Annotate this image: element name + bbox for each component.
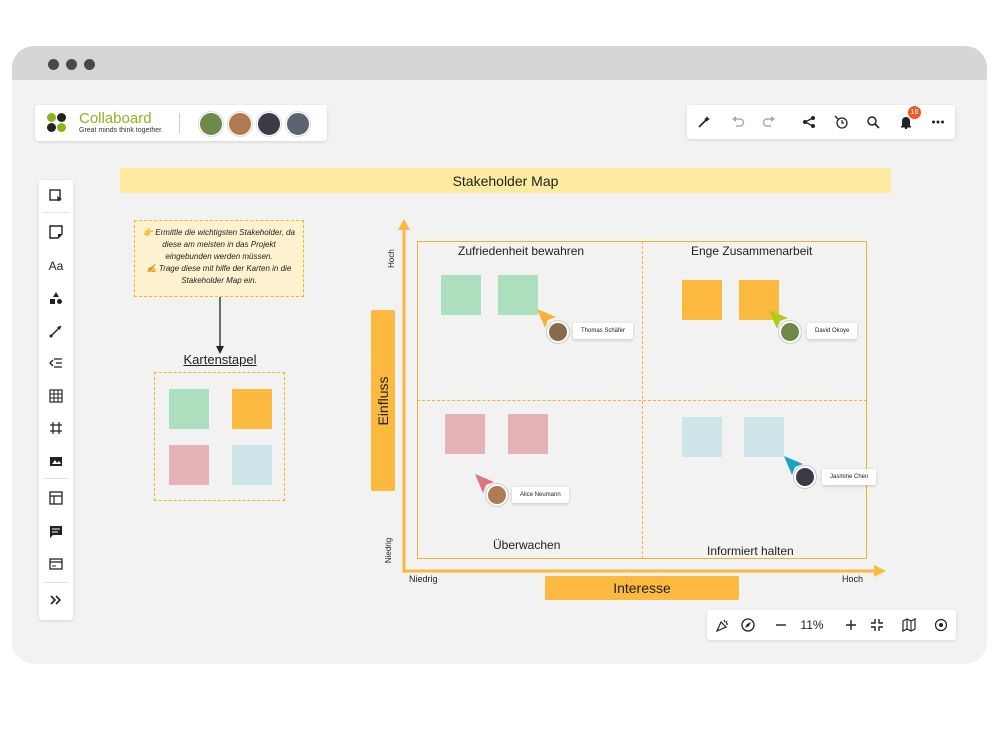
window-titlebar [12, 46, 987, 80]
board-title[interactable]: Stakeholder Map [120, 168, 891, 193]
cursor-name-tag: Thomas Schäfer [573, 323, 634, 339]
quadrant-label-bottom-left[interactable]: Überwachen [493, 538, 560, 552]
top-toolbar: 16 [687, 105, 955, 139]
app-window: Collaboard Great minds think together. 1… [12, 46, 987, 664]
list-icon[interactable] [44, 351, 68, 375]
cursor-avatar[interactable] [779, 321, 801, 343]
cursor-name-tag: Alice Neumann [512, 487, 569, 503]
brand-panel: Collaboard Great minds think together. [35, 105, 327, 141]
template-icon[interactable] [44, 486, 68, 510]
brand-divider [179, 113, 180, 133]
cursor-name-tag: Jasmine Chen [822, 469, 877, 485]
cursor-avatar[interactable] [486, 484, 508, 506]
presentation-icon[interactable] [930, 614, 952, 636]
fit-screen-icon[interactable] [866, 614, 888, 636]
zoom-level: 11% [800, 618, 824, 632]
instructions-line: 👉 Ermittle die wichtigsten Stakeholder, … [143, 228, 295, 261]
media-icon[interactable] [44, 449, 68, 473]
x-axis-high-label: Hoch [842, 574, 864, 584]
zoom-in-icon[interactable] [840, 614, 862, 636]
text-icon[interactable]: Aa [44, 254, 68, 278]
collaborator-avatar[interactable] [257, 112, 281, 136]
notification-badge: 16 [908, 106, 921, 119]
rail-divider [43, 212, 69, 213]
connector-icon[interactable] [44, 319, 68, 343]
comment-icon[interactable] [44, 520, 68, 544]
collaborator-avatar[interactable] [199, 112, 223, 136]
card-stack-title[interactable]: Kartenstapel [155, 352, 285, 367]
connector-arrow[interactable] [215, 297, 225, 355]
sticky-card-blue[interactable] [682, 417, 722, 457]
collaboard-logo-icon[interactable] [47, 113, 67, 133]
y-axis-label[interactable]: Einfluss [371, 310, 395, 491]
quadrant-label-top-right[interactable]: Enge Zusammenarbeit [691, 244, 812, 258]
card-icon[interactable] [44, 552, 68, 576]
x-axis-label[interactable]: Interesse [545, 576, 739, 600]
cursor-name-tag: David Okoye [807, 323, 858, 339]
sticky-card-green[interactable] [498, 275, 538, 315]
app-name: Collaboard [79, 110, 152, 127]
collaborator-avatar[interactable] [286, 112, 310, 136]
sticky-card-green[interactable] [441, 275, 481, 315]
y-axis-label-text: Einfluss [375, 375, 391, 426]
redo-icon[interactable] [757, 110, 781, 134]
frame-icon[interactable] [44, 416, 68, 440]
sticky-card-orange[interactable] [682, 280, 722, 320]
zoom-bar: 11% [707, 610, 956, 640]
timer-icon[interactable] [829, 110, 853, 134]
rail-divider [43, 478, 69, 479]
collaborator-avatar[interactable] [228, 112, 252, 136]
cursor-avatar[interactable] [794, 466, 816, 488]
window-dot-icon[interactable] [48, 59, 59, 70]
quadrant-divider [417, 400, 867, 401]
window-dot-icon[interactable] [84, 59, 95, 70]
sticky-card-green[interactable] [169, 389, 209, 429]
shapes-icon[interactable] [44, 286, 68, 310]
table-icon[interactable] [44, 384, 68, 408]
map-icon[interactable] [898, 614, 920, 636]
bell-icon[interactable]: 16 [894, 106, 921, 134]
magic-wand-icon[interactable] [692, 110, 716, 134]
rail-divider [43, 582, 69, 583]
instructions-note[interactable]: 👉 Ermittle die wichtigsten Stakeholder, … [134, 220, 304, 297]
expand-icon[interactable] [44, 588, 68, 612]
sticky-card-blue[interactable] [232, 445, 272, 485]
more-icon[interactable] [926, 110, 950, 134]
zoom-out-icon[interactable] [770, 614, 792, 636]
x-axis-low-label: Niedrig [409, 574, 438, 584]
quadrant-label-bottom-right[interactable]: Informiert halten [707, 544, 794, 558]
sticky-card-pink[interactable] [169, 445, 209, 485]
cursor-avatar[interactable] [547, 321, 569, 343]
y-axis-high-label: Hoch [386, 249, 396, 268]
share-icon[interactable] [797, 110, 821, 134]
instructions-line: ✍️ Trage diese mit hilfe der Karten in d… [146, 264, 292, 285]
app-tagline: Great minds think together. [79, 127, 164, 134]
search-icon[interactable] [861, 110, 885, 134]
tool-rail: Aa [39, 180, 73, 620]
sticky-card-pink[interactable] [508, 414, 548, 454]
select-frame-icon[interactable] [44, 184, 68, 208]
sticky-card-blue[interactable] [744, 417, 784, 457]
compass-icon[interactable] [737, 614, 759, 636]
quadrant-label-top-left[interactable]: Zufriedenheit bewahren [458, 244, 584, 258]
sticky-card-pink[interactable] [445, 414, 485, 454]
window-dot-icon[interactable] [66, 59, 77, 70]
sticky-note-icon[interactable] [44, 220, 68, 244]
celebrate-icon[interactable] [712, 614, 734, 636]
sticky-card-orange[interactable] [232, 389, 272, 429]
card-stack [154, 372, 285, 501]
undo-icon[interactable] [726, 110, 750, 134]
y-axis-low-label: Niedrig [384, 537, 394, 564]
